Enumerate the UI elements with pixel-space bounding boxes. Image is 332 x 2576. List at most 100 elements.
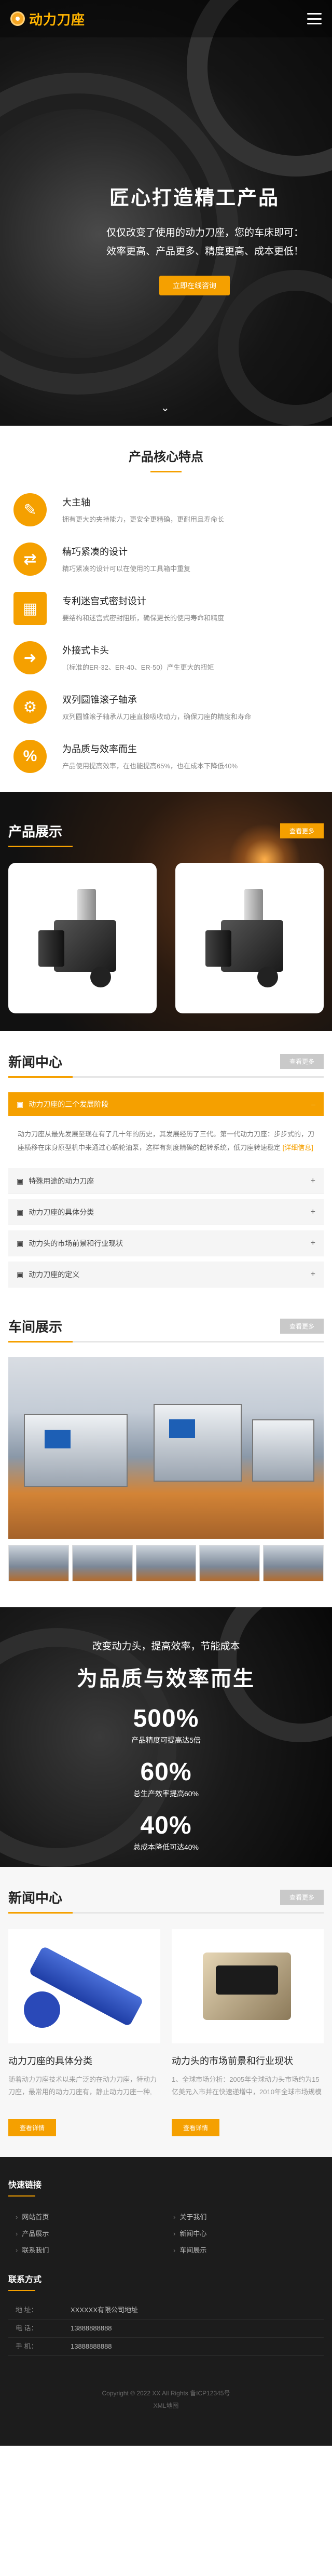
news-card-title[interactable]: 动力头的市场前景和行业现状: [172, 2054, 324, 2067]
footer-link[interactable]: › 新闻中心: [166, 2226, 324, 2242]
news-card: 动力头的市场前景和行业现状 1、全球市场分析：2005年全球动力头市场约为15亿…: [172, 1929, 324, 2136]
stat-label: 总生产效率提高60%: [133, 1789, 199, 1798]
footer-link[interactable]: › 车间展示: [166, 2242, 324, 2259]
news-card-title[interactable]: 动力刀座的具体分类: [8, 2054, 160, 2067]
news-card-desc: 随着动力刀座技术以来广泛的在动力刀座，特动力刀座，最常用的动力刀座有，静止动力刀…: [8, 2076, 157, 2096]
products-section: 产品展示 查看更多: [0, 792, 332, 1031]
news-list-item[interactable]: ▣ 特殊用途的动力刀座 +: [8, 1168, 324, 1194]
chevron-right-icon: ›: [173, 2213, 176, 2221]
quality-stat: 500% 产品精度可提高达5倍: [0, 1704, 332, 1745]
contact-value[interactable]: 13888888888: [71, 2320, 112, 2337]
workshop-thumbnails: [8, 1545, 324, 1581]
contact-row: 地 址： XXXXXX有限公司地址: [8, 2301, 324, 2320]
product-card[interactable]: [8, 863, 157, 1013]
news-list-item[interactable]: ▣ 动力刀座的定义 +: [8, 1262, 324, 1287]
title-underline: [150, 471, 182, 472]
chevron-right-icon: ›: [16, 2213, 18, 2221]
workshop-main-photo: [8, 1357, 324, 1539]
stat-value: 500%: [133, 1705, 199, 1732]
quality-stat: 40% 总成本降低可达40%: [0, 1811, 332, 1852]
expand-icon[interactable]: +: [311, 1176, 315, 1186]
news2-more-button[interactable]: 查看更多: [280, 1890, 324, 1905]
footer-link[interactable]: › 产品展示: [8, 2226, 166, 2242]
title-underline: [8, 1076, 324, 1078]
news-item-title: 特殊用途的动力刀座: [29, 1176, 94, 1185]
news-detail-link[interactable]: [详细信息]: [283, 1144, 313, 1151]
workshop-title: 车间展示: [8, 1319, 63, 1335]
collapse-icon[interactable]: –: [311, 1100, 315, 1108]
news-list-item[interactable]: ▣ 动力刀座的具体分类 +: [8, 1199, 324, 1225]
footer-links-title: 快速链接: [8, 2181, 42, 2190]
footer-link[interactable]: › 联系我们: [8, 2242, 166, 2259]
sitemap-link[interactable]: XML地图: [8, 2399, 324, 2412]
news-card-detail-button[interactable]: 查看详情: [8, 2119, 57, 2136]
news-more-button[interactable]: 查看更多: [280, 1054, 324, 1069]
contact-value[interactable]: 13888888888: [71, 2338, 112, 2355]
title-underline: [8, 1341, 324, 1343]
news-title: 新闻中心: [8, 1054, 63, 1070]
bullet-icon: ▣: [17, 1100, 24, 1108]
feature-title: 精巧紧凑的设计: [62, 547, 128, 557]
feature-desc: 精巧紧凑的设计可以在使用的工具箱中重复: [62, 565, 191, 573]
stat-value: 60%: [140, 1758, 192, 1786]
footer-link[interactable]: › 网站首页: [8, 2209, 166, 2226]
product-card[interactable]: [175, 863, 324, 1013]
footer-link[interactable]: › 关于我们: [166, 2209, 324, 2226]
footer-contact-title: 联系方式: [8, 2275, 42, 2284]
hero-line-2: 效率更高、产品更多、精度更高、成本更低！: [106, 246, 303, 257]
footer-links: › 网站首页 › 关于我们 › 产品展示 › 新闻中心 › 联系我们 › 车间展示: [8, 2209, 324, 2259]
title-underline: [8, 2290, 35, 2291]
feature-desc: （标准的ER-32、ER-40、ER-50）产生更大的扭矩: [62, 663, 214, 671]
workshop-thumbnail[interactable]: [199, 1545, 260, 1581]
contact-label: 手 机：: [16, 2342, 38, 2350]
quality-banner: 改变动力头，提高效率，节能成本 为品质与效率而生 500% 产品精度可提高达5倍…: [0, 1607, 332, 1867]
news-card-image[interactable]: [172, 1929, 324, 2043]
expand-icon[interactable]: +: [311, 1270, 315, 1279]
workshop-section: 车间展示 查看更多: [0, 1303, 332, 1592]
menu-icon[interactable]: [307, 13, 322, 24]
feature-item: % 为品质与效率而生 产品使用提高效率，在也能提高65%，也在成本下降低40%: [0, 733, 332, 782]
news-item-title: 动力头的市场前景和行业现状: [29, 1239, 123, 1248]
features-section: 产品核心特点 ✎ 大主轴 拥有更大的夹持能力，更安全更精确，更耐用且寿命长 ⇄ …: [0, 426, 332, 792]
chevron-down-icon[interactable]: ⌄: [161, 401, 170, 414]
contact-row: 电 话： 13888888888: [8, 2320, 324, 2338]
stat-value: 40%: [140, 1812, 192, 1839]
workshop-thumbnail[interactable]: [263, 1545, 324, 1581]
bullet-icon: ▣: [17, 1270, 24, 1279]
hero-line-1: 仅仅改变了使用的动力刀座，您的车床即可：: [106, 227, 303, 238]
lightbulb-icon: ✎: [13, 493, 47, 526]
expand-icon[interactable]: +: [311, 1208, 315, 1217]
expand-icon[interactable]: +: [311, 1239, 315, 1248]
workshop-more-button[interactable]: 查看更多: [280, 1319, 324, 1334]
feature-title: 双列圆锥滚子轴承: [62, 695, 137, 705]
contact-value: XXXXXX有限公司地址: [71, 2306, 139, 2314]
chevron-right-icon: ›: [173, 2246, 176, 2254]
news-card-image[interactable]: [8, 1929, 160, 2043]
news-list-item[interactable]: ▣ 动力头的市场前景和行业现状 +: [8, 1230, 324, 1256]
hero-title: 匠心打造精工产品: [109, 187, 280, 209]
workshop-thumbnail[interactable]: [72, 1545, 133, 1581]
stat-label: 产品精度可提高达5倍: [131, 1736, 201, 1744]
chevron-right-icon: ›: [16, 2230, 18, 2238]
news-item-title: 动力刀座的具体分类: [29, 1208, 94, 1216]
tool-holder-image: [205, 889, 294, 987]
feature-desc: 双列圆锥滚子轴承从刀座直接吸收动力，确保刀座的精度和寿命: [62, 713, 252, 721]
news-active-text: 动力刀座从最先发展至现在有了几十年的历史，其发展经历了三代。第一代动力刀座：步步…: [18, 1130, 315, 1151]
hero-consult-button[interactable]: 立即在线咨询: [159, 276, 230, 295]
site-logo[interactable]: 动力刀座: [10, 9, 85, 29]
feature-desc: 要结构和迷宫式密封阻断，确保更长的使用寿命和精度: [62, 614, 225, 622]
page: 动力刀座 匠心打造精工产品 仅仅改变了使用的动力刀座，您的车床即可： 效率更高、…: [0, 0, 332, 2446]
workshop-thumbnail[interactable]: [8, 1545, 69, 1581]
products-more-button[interactable]: 查看更多: [280, 823, 324, 838]
features-title: 产品核心特点: [129, 450, 203, 464]
top-header: 动力刀座: [0, 0, 332, 37]
workshop-thumbnail[interactable]: [135, 1545, 197, 1581]
feature-desc: 拥有更大的夹持能力，更安全更精确，更耐用且寿命长: [62, 516, 225, 523]
tool-holder-image: [38, 889, 127, 987]
stat-label: 总成本降低可达40%: [133, 1843, 199, 1851]
feature-title: 专利迷宫式密封设计: [62, 596, 146, 606]
news-item-active[interactable]: ▣ 动力刀座的三个发展阶段 –: [8, 1092, 324, 1116]
bullet-icon: ▣: [17, 1208, 24, 1216]
feature-desc: 产品使用提高效率，在也能提高65%，也在成本下降低40%: [62, 762, 238, 770]
news-card-detail-button[interactable]: 查看详情: [172, 2119, 220, 2136]
